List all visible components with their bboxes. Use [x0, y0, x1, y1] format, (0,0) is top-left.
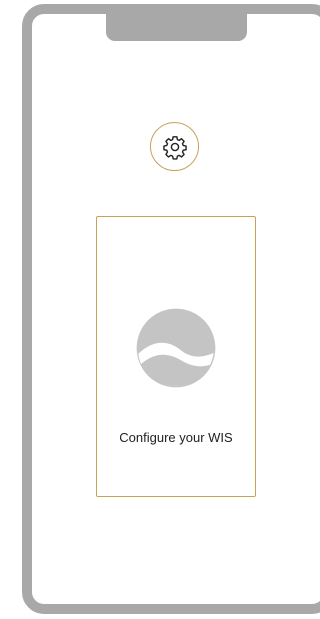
phone-notch [106, 4, 247, 41]
gear-icon [162, 135, 187, 160]
settings-button[interactable] [150, 122, 199, 171]
configure-wis-label: Configure your WIS [119, 430, 233, 445]
configure-wis-card[interactable]: Configure your WIS [96, 216, 256, 497]
water-wave-logo-icon [136, 308, 216, 388]
